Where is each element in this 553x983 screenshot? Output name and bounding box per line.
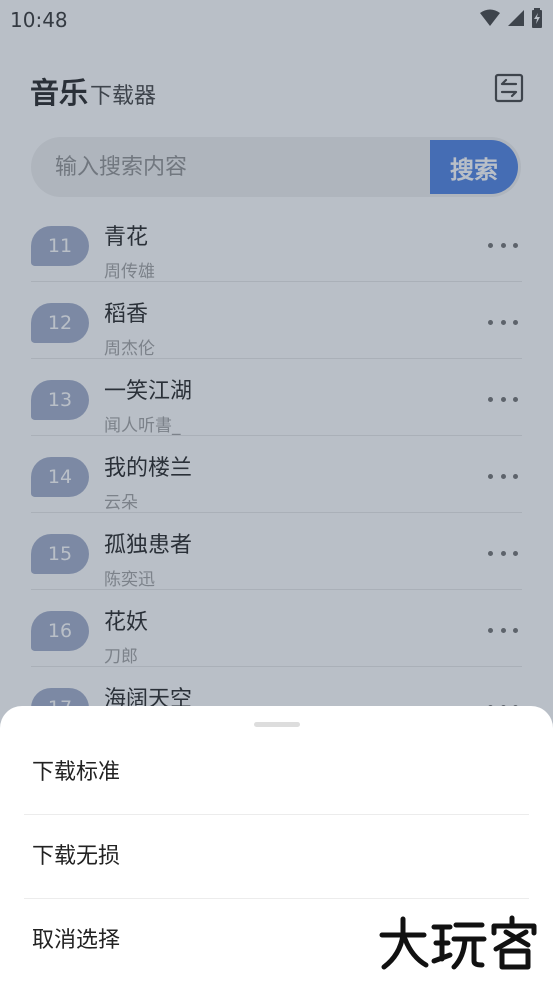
- option-label: 下载无损: [32, 844, 121, 869]
- option-label: 下载标准: [32, 760, 121, 785]
- watermark-logo: [379, 915, 537, 970]
- sheet-drag-handle[interactable]: [254, 722, 300, 727]
- download-lossless-option[interactable]: 下载无损: [24, 814, 529, 899]
- app-screen: 10:48 音乐 下载器 搜索: [0, 0, 553, 983]
- option-label: 取消选择: [32, 928, 121, 953]
- download-standard-option[interactable]: 下载标准: [24, 730, 529, 815]
